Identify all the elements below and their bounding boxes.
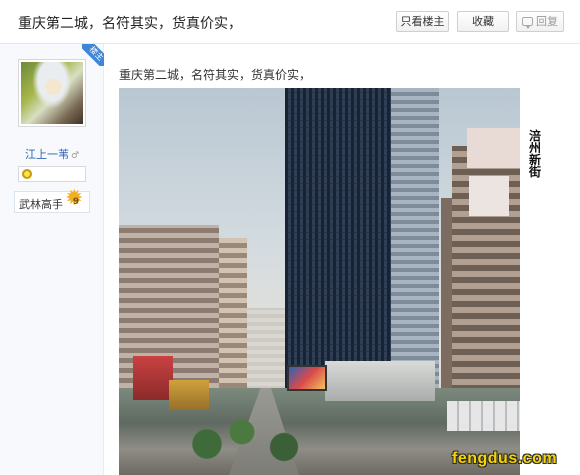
photo-podium: [325, 361, 435, 401]
author-sidebar: 楼主 江上一苇♂ 武林高手 9: [0, 44, 104, 475]
reply-icon: [522, 17, 533, 29]
post-body-text: 重庆第二城，名符其实，货真价实，: [119, 68, 312, 82]
post-header: 重庆第二城，名符其实，货真价实， 只看楼主 收藏 回复: [0, 0, 580, 44]
avatar[interactable]: [18, 59, 86, 127]
photo-left-building-2: [219, 238, 247, 398]
post-content: 重庆第二城，名符其实，货真价实， 涪州新街 fengdus.com: [105, 44, 580, 475]
rank-box: 武林高手 9: [14, 190, 90, 213]
rank-level-star-icon: 9: [65, 190, 85, 211]
op-badge: 楼主: [82, 44, 104, 66]
reply-button[interactable]: 回复: [516, 11, 564, 32]
post-photo[interactable]: [119, 88, 520, 475]
username-text: 江上一苇: [24, 148, 69, 161]
photo-vertical-caption: 涪州新街: [529, 129, 542, 179]
site-watermark: fengdus.com: [452, 450, 558, 467]
rank-level-number: 9: [72, 197, 80, 207]
author-username[interactable]: 江上一苇 ♂: [0, 146, 104, 162]
member-medal-bar: [18, 166, 86, 182]
photo-glass-tower: [285, 88, 391, 400]
photo-tower-right: [391, 88, 439, 400]
favorite-button[interactable]: 收藏: [457, 11, 509, 32]
op-badge-label: 楼主: [82, 44, 104, 66]
photo-shop-sign: [169, 380, 209, 410]
only-op-button[interactable]: 只看楼主: [396, 11, 449, 32]
avatar-image: [21, 62, 83, 124]
photo-trees: [179, 408, 319, 468]
photo-red-sign: [133, 356, 173, 400]
photo-distant-buildings: [247, 308, 287, 398]
medal-icon[interactable]: [22, 169, 32, 179]
photo-rooftop-sign: [469, 176, 509, 216]
gender-icon: ♂: [70, 151, 80, 161]
reply-label: 回复: [536, 15, 558, 28]
rank-name: 武林高手: [19, 198, 63, 211]
photo-right-building-top: [467, 128, 520, 168]
photo-led-screen: [287, 365, 327, 391]
photo-shopfront: [447, 401, 520, 431]
post-title: 重庆第二城，名符其实，货真价实，: [18, 16, 242, 32]
